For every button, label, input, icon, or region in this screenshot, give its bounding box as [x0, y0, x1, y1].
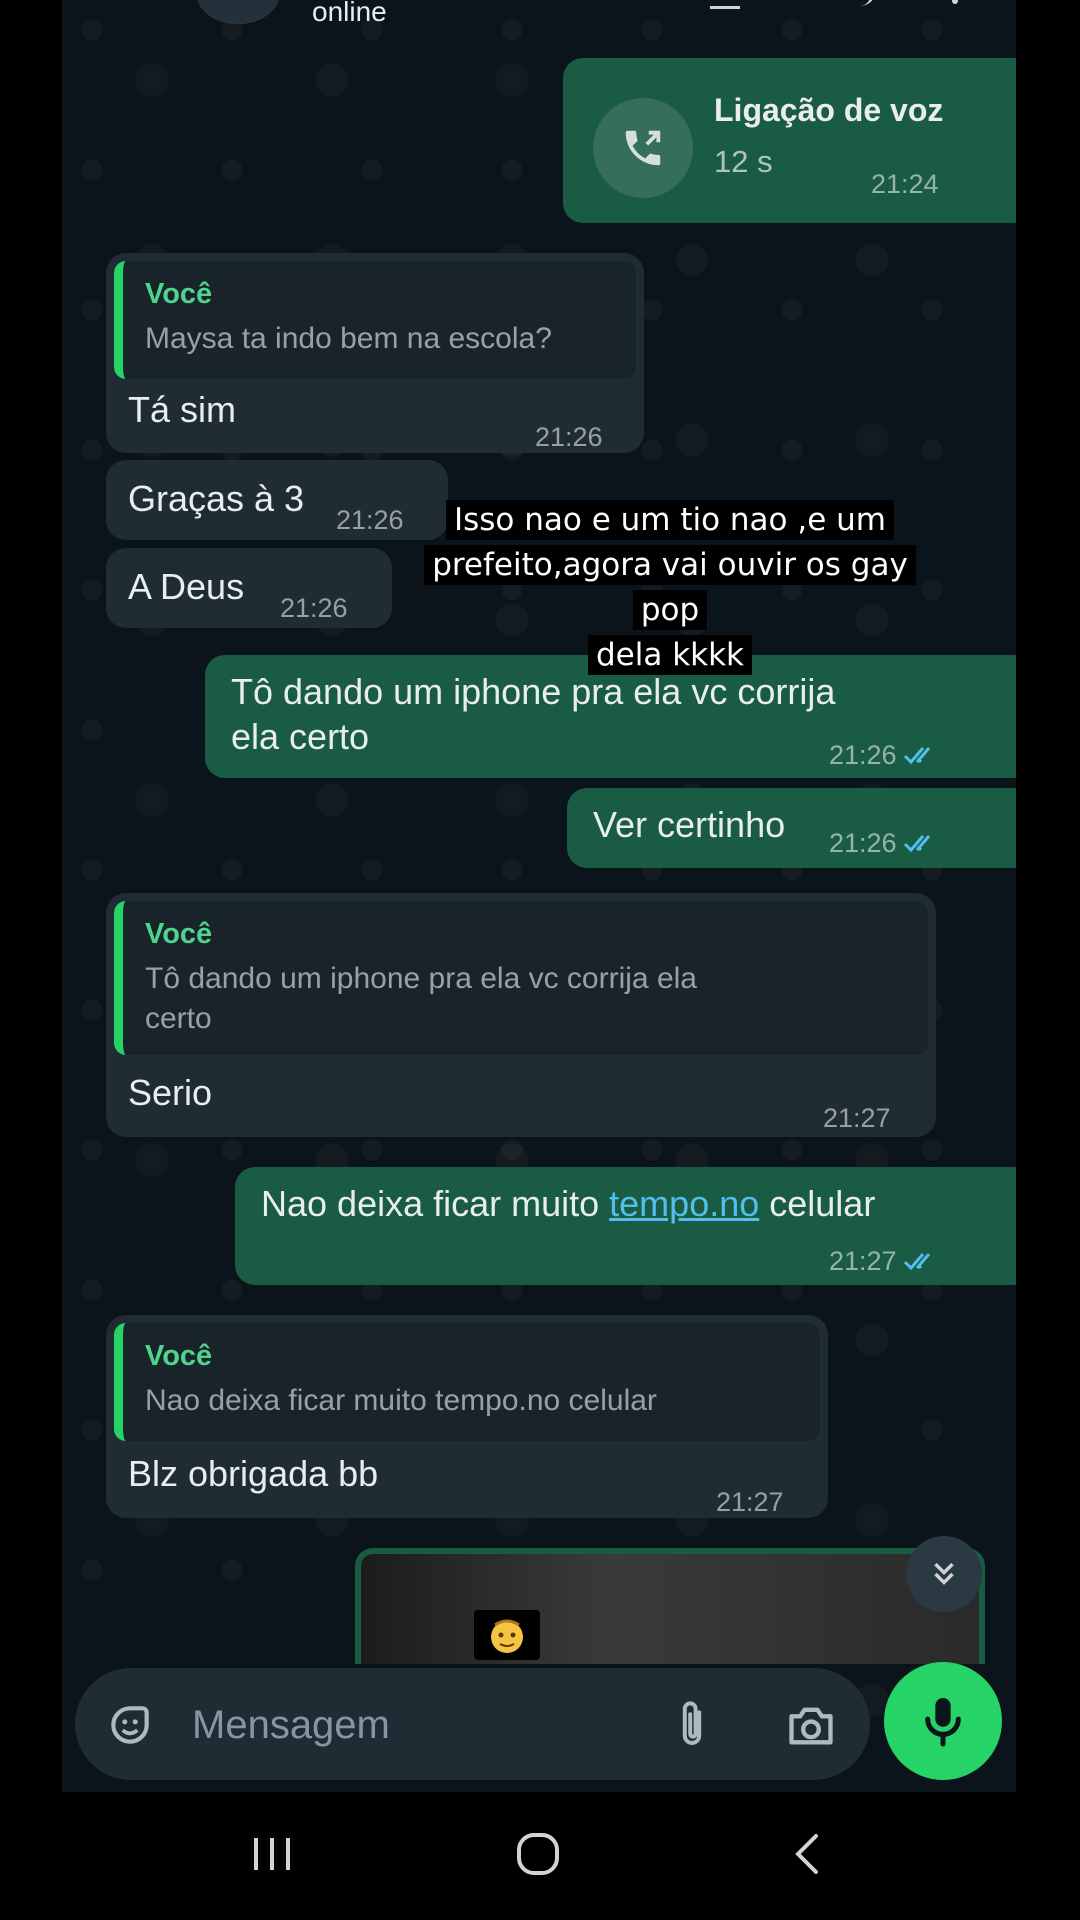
- contact-status: online: [312, 0, 387, 27]
- attach-icon[interactable]: [670, 1698, 714, 1752]
- double-chevron-down-icon: [934, 1562, 954, 1585]
- quote-author: Você: [145, 1340, 213, 1372]
- read-ticks-icon: [903, 747, 930, 765]
- voice-call-bubble[interactable]: Ligação de voz 12 s 21:24: [563, 58, 1016, 223]
- incoming-message[interactable]: Graças à 3 21:26: [106, 460, 448, 540]
- message-composer: [75, 1668, 870, 1780]
- home-icon[interactable]: [514, 1830, 562, 1878]
- quoted-message[interactable]: Você Tô dando um iphone pra ela vc corri…: [114, 901, 928, 1055]
- nav-back-icon[interactable]: [786, 1830, 826, 1878]
- quote-text-line: certo: [145, 1002, 212, 1035]
- message-text: Ver certinho: [593, 804, 786, 845]
- voice-call-icon-circle: [593, 98, 693, 198]
- mic-icon: [925, 1698, 961, 1747]
- quote-text: Maysa ta indo bem na escola?: [145, 322, 552, 355]
- message-time-with-ticks: 21:27: [829, 1239, 941, 1283]
- message-time-with-ticks: 21:26: [829, 733, 941, 777]
- overlay-caption-line: Isso nao e um tio nao ,e um: [445, 500, 895, 540]
- message-text: Serio: [128, 1072, 213, 1113]
- message-text: A Deus: [128, 566, 245, 607]
- voice-call-icon: [625, 130, 661, 166]
- call-title: Ligação de voz: [714, 92, 944, 128]
- overlay-caption-line: prefeito,agora vai ouvir os gay pop: [424, 545, 916, 630]
- message-time: 21:26: [336, 505, 404, 535]
- message-time: 21:27: [823, 1103, 891, 1133]
- camera-icon[interactable]: [785, 1700, 837, 1750]
- chat-screen: online Ligação de voz 12 s 21:24 Você Ma…: [62, 0, 1016, 1792]
- message-time-with-ticks: 21:26: [829, 821, 941, 865]
- message-time: 21:26: [280, 593, 348, 623]
- message-time: 21:26: [829, 828, 897, 858]
- outgoing-message[interactable]: Ver certinho 21:26: [567, 788, 1016, 868]
- quote-author: Você: [145, 918, 213, 950]
- quote-author: Você: [145, 278, 213, 310]
- quote-text: Nao deixa ficar muito tempo.no celular: [145, 1384, 657, 1417]
- quoted-message[interactable]: Você Nao deixa ficar muito tempo.no celu…: [114, 1323, 820, 1441]
- emoji-icon: [491, 1619, 523, 1653]
- message-text: Blz obrigada bb: [128, 1453, 379, 1494]
- system-navigation-bar: [0, 1792, 1080, 1920]
- media-message-preview[interactable]: [355, 1548, 985, 1664]
- incoming-message[interactable]: A Deus 21:26: [106, 548, 392, 628]
- quoted-message[interactable]: Você Maysa ta indo bem na escola?: [114, 261, 636, 379]
- message-text: Tá sim: [128, 389, 236, 430]
- message-text-part: celular: [759, 1183, 876, 1224]
- recents-icon[interactable]: [250, 1832, 294, 1876]
- message-time: 21:26: [829, 740, 897, 770]
- outgoing-message[interactable]: Nao deixa ficar muito tempo.no celular 2…: [235, 1167, 1016, 1285]
- message-time: 21:27: [829, 1246, 897, 1276]
- overlay-caption-line: dela kkkk: [587, 635, 753, 675]
- voice-record-button[interactable]: [884, 1662, 1002, 1780]
- video-call-icon[interactable]: [710, 0, 740, 9]
- incoming-message-quoted[interactable]: Você Tô dando um iphone pra ela vc corri…: [106, 893, 936, 1137]
- sticker-icon[interactable]: [105, 1700, 155, 1750]
- read-ticks-icon: [903, 1253, 930, 1271]
- message-input[interactable]: [190, 1694, 644, 1756]
- message-time: 21:26: [535, 422, 603, 452]
- message-text-line: ela certo: [231, 716, 370, 757]
- message-text: Graças à 3: [128, 478, 305, 519]
- call-duration: 12 s: [714, 144, 773, 179]
- overlay-caption: Isso nao e um tio nao ,e um prefeito,ago…: [420, 498, 920, 678]
- quote-text-line: Tô dando um iphone pra ela vc corrija el…: [145, 962, 697, 995]
- read-ticks-icon: [903, 835, 930, 853]
- message-time: 21:27: [716, 1487, 784, 1517]
- message-time: 21:24: [871, 169, 939, 199]
- message-text-part: Nao deixa ficar muito: [261, 1183, 610, 1224]
- incoming-message-quoted[interactable]: Você Nao deixa ficar muito tempo.no celu…: [106, 1315, 828, 1518]
- message-link[interactable]: tempo.no: [609, 1183, 759, 1224]
- message-text: Nao deixa ficar muito tempo.no celular: [261, 1182, 875, 1226]
- scroll-to-bottom-button[interactable]: [906, 1536, 982, 1612]
- emoji-sticker: [474, 1610, 540, 1660]
- incoming-message-quoted[interactable]: Você Maysa ta indo bem na escola? Tá sim…: [106, 253, 644, 453]
